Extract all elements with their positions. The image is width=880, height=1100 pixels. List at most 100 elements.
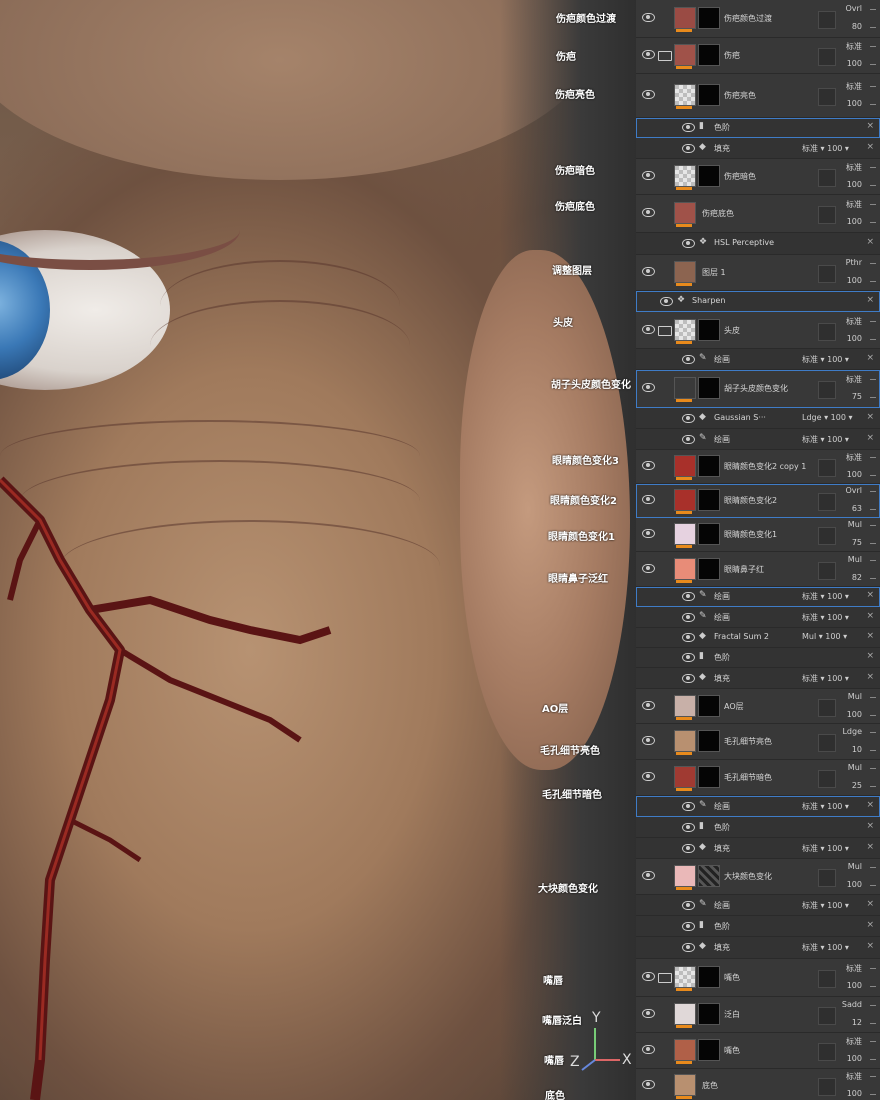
layer-thumbnail[interactable]: [674, 694, 696, 717]
effect-blend-opacity[interactable]: Ldge ▾ 100 ▾: [802, 413, 852, 422]
layer-opacity[interactable]: 100: [847, 334, 862, 343]
remove-effect-close-icon[interactable]: ×: [866, 433, 874, 443]
blend-mode[interactable]: Mul: [848, 520, 862, 529]
layer-effect-row[interactable]: ✎ 绘画 标准 ▾ 100 ▾ ×: [636, 587, 880, 607]
visibility-eye-icon[interactable]: [642, 1080, 655, 1089]
layer-opacity[interactable]: 100: [847, 470, 862, 479]
layer-thumbnail[interactable]: [674, 377, 696, 399]
visibility-eye-icon[interactable]: [682, 354, 695, 364]
blend-mode[interactable]: Sadd: [842, 1000, 862, 1009]
blend-mode[interactable]: Ovrl: [845, 4, 862, 13]
visibility-eye-icon[interactable]: [642, 324, 655, 334]
visibility-eye-icon[interactable]: [682, 413, 695, 423]
layer-effect-row[interactable]: ▮ 色阶 ×: [636, 648, 880, 668]
layer-row[interactable]: 眼睛颜色变化2 copy 1 标准 100: [636, 450, 880, 484]
layer-row[interactable]: 头皮 标准 100: [636, 312, 880, 349]
remove-effect-close-icon[interactable]: ×: [866, 237, 874, 247]
layer-thumbnail[interactable]: [674, 730, 696, 752]
layer-opacity[interactable]: 100: [847, 1054, 862, 1063]
effect-blend-opacity[interactable]: 标准 ▾ 100 ▾: [802, 843, 849, 854]
visibility-eye-icon[interactable]: [682, 239, 695, 248]
layer-opacity[interactable]: 75: [852, 392, 862, 401]
visibility-eye-icon[interactable]: [642, 495, 655, 504]
layer-thumbnail[interactable]: [674, 44, 696, 66]
layer-effect-row[interactable]: ❖ HSL Perceptive ×: [636, 233, 880, 255]
layer-opacity[interactable]: 100: [847, 981, 862, 990]
blend-mode[interactable]: 标准: [846, 199, 862, 210]
visibility-eye-icon[interactable]: [642, 461, 655, 470]
remove-effect-close-icon[interactable]: ×: [866, 920, 874, 930]
remove-effect-close-icon[interactable]: ×: [866, 651, 874, 661]
layer-mask-thumbnail[interactable]: [698, 455, 720, 477]
layer-mask-thumbnail[interactable]: [698, 377, 720, 399]
layer-preview-box[interactable]: [818, 1078, 836, 1096]
layer-thumbnail[interactable]: [674, 865, 696, 887]
layer-opacity[interactable]: 100: [847, 59, 862, 68]
blend-mode[interactable]: 标准: [846, 316, 862, 327]
visibility-eye-icon[interactable]: [642, 50, 655, 59]
layer-mask-thumbnail[interactable]: [698, 557, 720, 580]
layer-row[interactable]: 泛白 Sadd 12: [636, 997, 880, 1033]
layer-row[interactable]: 伤疤暗色 标准 100: [636, 159, 880, 195]
remove-effect-close-icon[interactable]: ×: [866, 800, 874, 810]
layer-effect-row[interactable]: ✎ 绘画 标准 ▾ 100 ▾ ×: [636, 796, 880, 817]
layer-opacity[interactable]: 100: [847, 180, 862, 189]
visibility-eye-icon[interactable]: [642, 529, 655, 538]
layer-mask-thumbnail[interactable]: [698, 489, 720, 511]
layer-stack-panel[interactable]: 伤疤颜色过渡 Ovrl 80 伤疤 标准 100 伤疤亮色 标准 100 ▮ 色阶 × ◆ 填充 标准 ▾ …: [636, 0, 880, 1100]
layer-row[interactable]: 图层 1 Pthr 100: [636, 255, 880, 291]
effect-blend-opacity[interactable]: 标准 ▾ 100 ▾: [802, 434, 849, 445]
3d-viewport[interactable]: 伤疤颜色过渡 伤疤 伤疤亮色 伤疤暗色 伤疤底色 调整图层 头皮 胡子头皮颜色变化 眼睛颜色变化…: [0, 0, 636, 1100]
layer-mask-thumbnail[interactable]: [698, 7, 720, 29]
visibility-eye-icon[interactable]: [682, 592, 695, 601]
layer-preview-box[interactable]: [818, 322, 836, 341]
layer-thumbnail[interactable]: [674, 1039, 696, 1061]
layer-preview-box[interactable]: [818, 1007, 836, 1025]
effect-blend-opacity[interactable]: 标准 ▾ 100 ▾: [802, 591, 849, 602]
visibility-eye-icon[interactable]: [682, 822, 695, 832]
layer-effect-row[interactable]: ◆ Fractal Sum 2 Mul ▾ 100 ▾ ×: [636, 628, 880, 648]
remove-effect-close-icon[interactable]: ×: [866, 672, 874, 682]
effect-blend-opacity[interactable]: 标准 ▾ 100 ▾: [802, 673, 849, 684]
layer-opacity[interactable]: 100: [847, 880, 862, 889]
layer-effect-row[interactable]: ◆ 填充 标准 ▾ 100 ▾ ×: [636, 668, 880, 689]
visibility-eye-icon[interactable]: [642, 972, 655, 981]
visibility-eye-icon[interactable]: [682, 900, 695, 910]
visibility-eye-icon[interactable]: [682, 843, 695, 853]
layer-mask-thumbnail[interactable]: [698, 1003, 720, 1025]
visibility-eye-icon[interactable]: [682, 612, 695, 622]
effect-blend-opacity[interactable]: 标准 ▾ 100 ▾: [802, 942, 849, 953]
layer-effect-row[interactable]: ◆ Gaussian S··· Ldge ▾ 100 ▾ ×: [636, 408, 880, 429]
layer-effect-row[interactable]: ▮ 色阶 ×: [636, 916, 880, 937]
remove-effect-close-icon[interactable]: ×: [866, 142, 874, 152]
visibility-eye-icon[interactable]: [682, 123, 695, 132]
layer-effect-row[interactable]: ▮ 色阶 ×: [636, 118, 880, 138]
remove-effect-close-icon[interactable]: ×: [866, 611, 874, 621]
folder-icon[interactable]: [658, 325, 672, 336]
visibility-eye-icon[interactable]: [642, 871, 655, 880]
blend-mode[interactable]: Ovrl: [845, 486, 862, 495]
layer-mask-thumbnail[interactable]: [698, 865, 720, 887]
layer-preview-box[interactable]: [818, 265, 836, 283]
layer-thumbnail[interactable]: [674, 966, 696, 988]
layer-row[interactable]: 底色 标准 100: [636, 1069, 880, 1100]
blend-mode[interactable]: 标准: [846, 41, 862, 52]
layer-row[interactable]: 嘴色 标准 100: [636, 959, 880, 997]
layer-thumbnail[interactable]: [674, 1003, 696, 1025]
layer-preview-box[interactable]: [818, 11, 836, 29]
folder-icon[interactable]: [658, 51, 672, 61]
layer-mask-thumbnail[interactable]: [698, 523, 720, 545]
visibility-eye-icon[interactable]: [642, 383, 655, 392]
layer-effect-row[interactable]: ▮ 色阶 ×: [636, 817, 880, 838]
remove-effect-close-icon[interactable]: ×: [866, 353, 874, 363]
layer-opacity[interactable]: 25: [852, 781, 862, 790]
visibility-eye-icon[interactable]: [642, 171, 655, 180]
layer-effect-row[interactable]: ◆ 填充 标准 ▾ 100 ▾ ×: [636, 937, 880, 959]
layer-preview-box[interactable]: [818, 869, 836, 887]
visibility-eye-icon[interactable]: [642, 13, 655, 22]
blend-mode[interactable]: 标准: [846, 1036, 862, 1047]
layer-preview-box[interactable]: [818, 734, 836, 752]
visibility-eye-icon[interactable]: [682, 943, 695, 952]
layer-thumbnail[interactable]: [674, 455, 696, 477]
layer-preview-box[interactable]: [818, 770, 836, 788]
